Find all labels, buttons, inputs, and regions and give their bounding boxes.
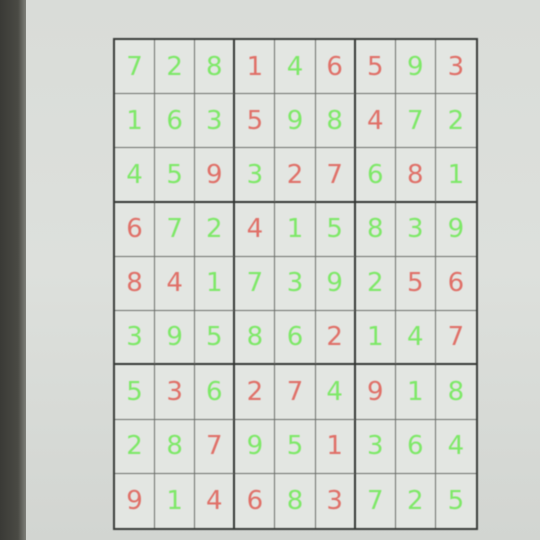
- sudoku-cell: 2: [235, 365, 276, 420]
- sudoku-cell: 3: [275, 256, 316, 312]
- sudoku-cell: 5: [275, 419, 316, 474]
- sudoku-grid: 7281465931635984724593276816724158398417…: [113, 38, 478, 530]
- sudoku-cell: 3: [195, 94, 236, 149]
- sudoku-cell: 7: [356, 473, 396, 528]
- sudoku-cell: 3: [435, 40, 476, 95]
- sudoku-cell: 5: [395, 256, 436, 312]
- sudoku-cell: 2: [396, 473, 436, 528]
- sudoku-cell: 7: [115, 40, 156, 95]
- sudoku-cell: 7: [155, 202, 196, 257]
- sudoku-cell: 8: [355, 202, 396, 257]
- sudoku-cell: 9: [155, 311, 196, 366]
- sudoku-cell: 1: [115, 94, 156, 149]
- sudoku-cell: 7: [235, 256, 276, 312]
- sudoku-cell: 5: [115, 365, 156, 420]
- sudoku-cell: 4: [155, 256, 196, 312]
- sudoku-cell: 6: [275, 311, 316, 366]
- sudoku-cell: 3: [355, 419, 396, 474]
- sudoku-cell: 3: [115, 311, 156, 366]
- sudoku-cell: 6: [115, 202, 156, 257]
- sudoku-cell: 7: [195, 419, 236, 474]
- sudoku-cell: 2: [275, 148, 316, 203]
- sudoku-cell: 8: [195, 40, 236, 95]
- sudoku-cell: 7: [395, 94, 436, 149]
- sudoku-cell: 5: [447, 485, 465, 516]
- sudoku-cell: 1: [275, 202, 316, 257]
- sudoku-cell: 8: [315, 94, 356, 149]
- sudoku-cell: 2: [435, 94, 476, 149]
- sudoku-cell: 7: [315, 148, 356, 203]
- sudoku-cell: 8: [115, 256, 156, 312]
- sudoku-cell: 9: [235, 419, 276, 474]
- sudoku-cell: 9: [315, 256, 356, 312]
- sudoku-cell: 8: [435, 365, 476, 420]
- sudoku-cell: 6: [155, 94, 196, 149]
- sudoku-cell: 5: [235, 94, 276, 149]
- sudoku-cell: 6: [315, 40, 356, 95]
- sudoku-cell: 2: [355, 256, 396, 312]
- sudoku-cell: 4: [435, 420, 476, 474]
- sudoku-cell: 1: [195, 256, 236, 312]
- sudoku-cell: 9: [195, 148, 236, 203]
- sudoku-cell: 9: [395, 40, 436, 95]
- sudoku-cell: 3: [316, 473, 356, 528]
- sudoku-cell: 9: [275, 94, 316, 149]
- sudoku-cell: 4: [395, 311, 436, 366]
- sudoku-cell: 7: [435, 311, 476, 366]
- sudoku-cell: 4: [355, 94, 396, 149]
- sudoku-cell: 1: [395, 365, 436, 420]
- sudoku-cell: 7: [275, 365, 316, 420]
- sudoku-cell: 1: [235, 40, 276, 95]
- sudoku-cell: 8: [275, 473, 316, 528]
- sudoku-cell: 5: [315, 202, 356, 257]
- sudoku-cell: 6: [355, 148, 396, 203]
- sudoku-cell: 8: [155, 419, 196, 474]
- sudoku-cell: 2: [315, 311, 356, 366]
- sudoku-cell: 1: [435, 148, 476, 203]
- sudoku-cell: 4: [195, 473, 236, 528]
- sudoku-cell: 1: [315, 419, 356, 474]
- sudoku-cell: 5: [155, 148, 196, 203]
- sudoku-cell: 2: [115, 419, 156, 474]
- sudoku-cell: 6: [435, 257, 476, 312]
- sudoku-cell: 3: [155, 365, 196, 420]
- sudoku-cell: 4: [275, 40, 316, 95]
- sudoku-cell: 9: [355, 365, 396, 420]
- sudoku-cell: 1: [355, 311, 396, 366]
- sudoku-cell: 4: [115, 148, 156, 203]
- sudoku-cell: 5: [355, 40, 396, 95]
- sudoku-cell: 8: [235, 311, 276, 366]
- sudoku-cell: 6: [195, 365, 236, 420]
- sudoku-cell: 4: [315, 365, 356, 420]
- sudoku-cell: 9: [115, 473, 156, 528]
- sudoku-cell: 6: [235, 473, 276, 528]
- sudoku-cell: 4: [235, 202, 276, 257]
- sudoku-cell: 3: [395, 202, 436, 257]
- sudoku-cell: 5: [195, 311, 236, 366]
- sudoku-cell: 6: [395, 419, 436, 474]
- sudoku-cell: 9: [435, 203, 476, 257]
- sudoku-cell: 2: [155, 40, 196, 95]
- sudoku-cell: 3: [235, 148, 276, 203]
- sudoku-cell: 2: [195, 202, 236, 257]
- sudoku-cell: 1: [155, 473, 196, 528]
- sudoku-cell: 8: [395, 148, 436, 203]
